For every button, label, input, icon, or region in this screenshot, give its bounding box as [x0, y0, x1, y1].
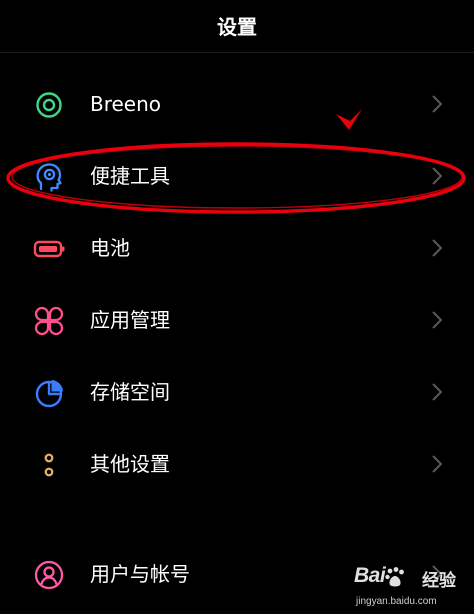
breeno-icon [36, 92, 62, 118]
convenience-tools-icon [36, 163, 62, 192]
top-bar: 设置 [0, 0, 474, 53]
chevron-right-icon [432, 95, 443, 113]
settings-item-storage[interactable]: 存储空间 [0, 360, 474, 424]
chevron-right-icon [432, 311, 443, 329]
settings-item-label: 电池 [90, 236, 130, 260]
settings-item-app-management[interactable]: 应用管理 [0, 288, 474, 352]
settings-item-other-settings[interactable]: 其他设置 [0, 432, 474, 496]
settings-item-label: 便捷工具 [90, 164, 170, 188]
watermark-url: jingyan.baidu.com [356, 596, 437, 607]
settings-item-label: 其他设置 [90, 452, 170, 476]
settings-item-breeno[interactable]: Breeno [0, 72, 474, 136]
settings-item-label: 用户与帐号 [90, 562, 190, 586]
watermark-suffix: 经验 [422, 571, 456, 591]
app-management-icon [34, 306, 64, 336]
baidu-paw-icon [385, 567, 404, 587]
watermark-brand: Bai [354, 564, 386, 587]
chevron-right-icon [432, 383, 443, 401]
baidu-jingyan-watermark: Bai 经验 jingyan.baidu.com [350, 562, 474, 614]
settings-item-battery[interactable]: 电池 [0, 216, 474, 280]
chevron-right-icon [432, 239, 443, 257]
chevron-right-icon [432, 455, 443, 473]
page-title: 设置 [217, 14, 257, 39]
storage-icon [35, 380, 63, 408]
settings-item-label: 存储空间 [90, 380, 170, 404]
other-settings-icon [44, 453, 54, 477]
battery-icon [33, 240, 65, 258]
user-account-icon [34, 560, 64, 590]
settings-item-label: Breeno [90, 92, 162, 116]
settings-item-label: 应用管理 [90, 308, 170, 332]
settings-item-convenience-tools[interactable]: 便捷工具 [0, 144, 474, 208]
chevron-right-icon [432, 167, 443, 185]
